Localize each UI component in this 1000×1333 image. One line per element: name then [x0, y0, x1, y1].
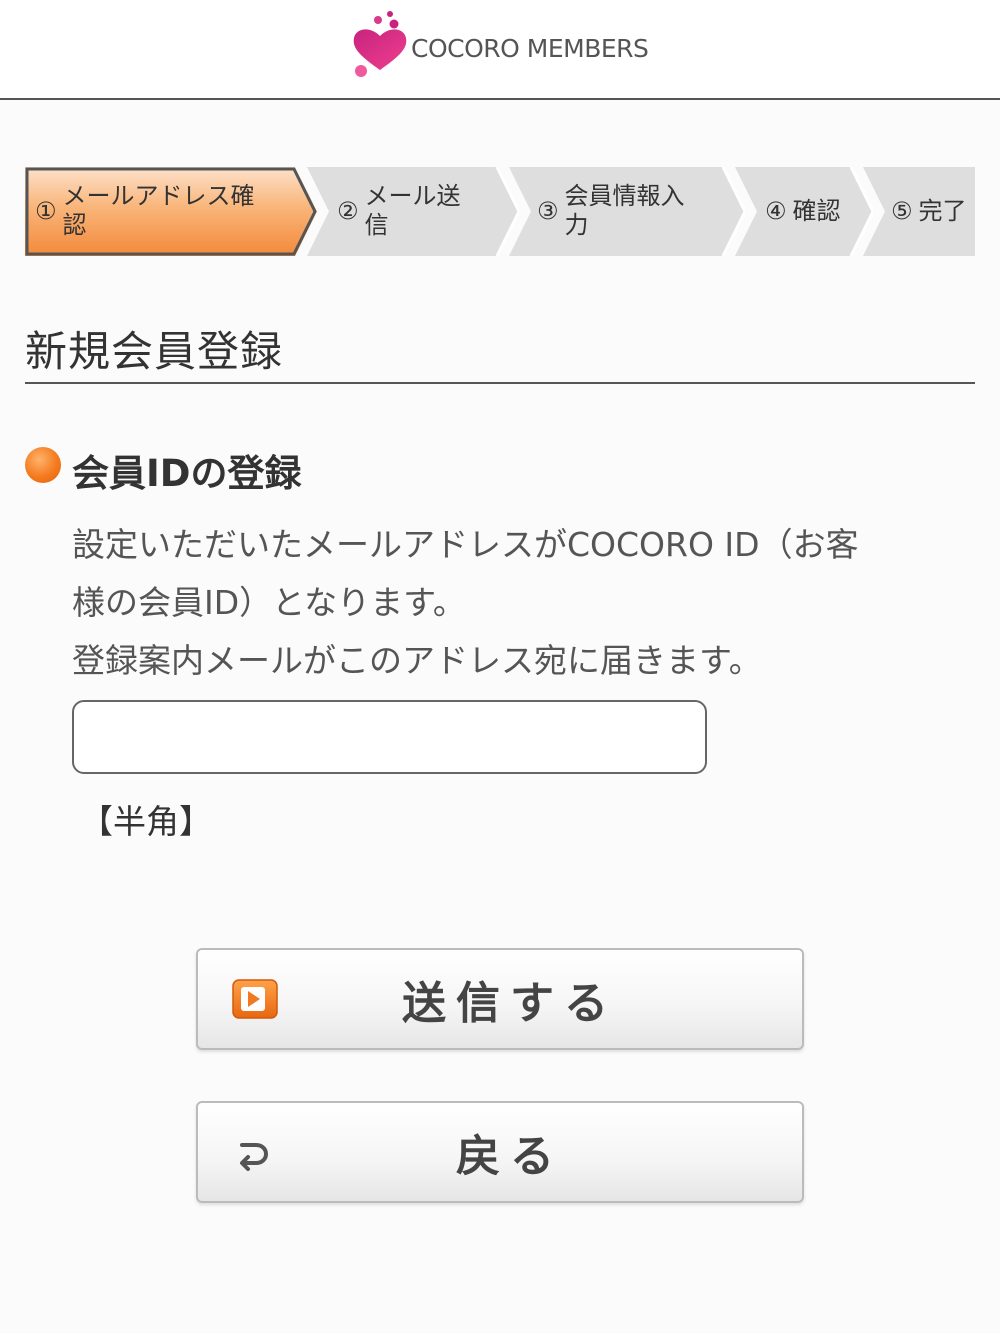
page-title: 新規会員登録	[25, 327, 284, 376]
section-title: 会員IDの登録	[72, 452, 302, 495]
step-number: ③	[537, 196, 559, 225]
title-divider	[25, 382, 975, 384]
step-2-mail-send: ② メール送 信	[307, 167, 519, 256]
step-label: メールアドレス確 認	[62, 182, 255, 239]
step-label: メール送 信	[364, 182, 461, 239]
step-number: ①	[35, 196, 57, 225]
step-5-complete: ⑤ 完了	[863, 167, 975, 256]
cocoro-heart-logo-icon[interactable]	[350, 10, 410, 82]
step-label: 完了	[918, 196, 967, 225]
step-number: ④	[765, 196, 787, 225]
description-line: 設定いただいたメールアドレスがCOCORO ID（お客	[72, 525, 859, 564]
half-width-note: 【半角】	[80, 802, 212, 841]
submit-button-label: 送信する	[402, 978, 618, 1029]
orange-bullet-icon	[25, 447, 61, 483]
back-button-label: 戻る	[456, 1131, 564, 1182]
step-label: 会員情報入 力	[564, 182, 685, 239]
submit-button[interactable]: 送信する	[196, 948, 804, 1050]
step-number: ②	[337, 196, 359, 225]
step-3-member-info: ③ 会員情報入 力	[509, 167, 745, 256]
section-description: 設定いただいたメールアドレスがCOCORO ID（お客 様の会員ID）となります…	[72, 516, 932, 690]
description-line: 登録案内メールがこのアドレス宛に届きます。	[72, 641, 762, 680]
registration-steps: ① メールアドレス確 認 ② メール送 信 ③ 会員情報入 力 ④ 確認 ⑤ 完…	[25, 167, 975, 256]
description-line: 様の会員ID）となります。	[72, 583, 466, 622]
step-1-email-confirm: ① メールアドレス確 認	[25, 167, 317, 256]
brand-name: COCORO MEMBERS	[411, 34, 649, 63]
back-button[interactable]: 戻る	[196, 1101, 804, 1203]
step-number: ⑤	[891, 196, 913, 225]
email-field[interactable]	[72, 700, 707, 774]
step-4-confirm: ④ 確認	[735, 167, 873, 256]
header: COCORO MEMBERS	[0, 0, 1000, 100]
step-label: 確認	[792, 196, 841, 225]
